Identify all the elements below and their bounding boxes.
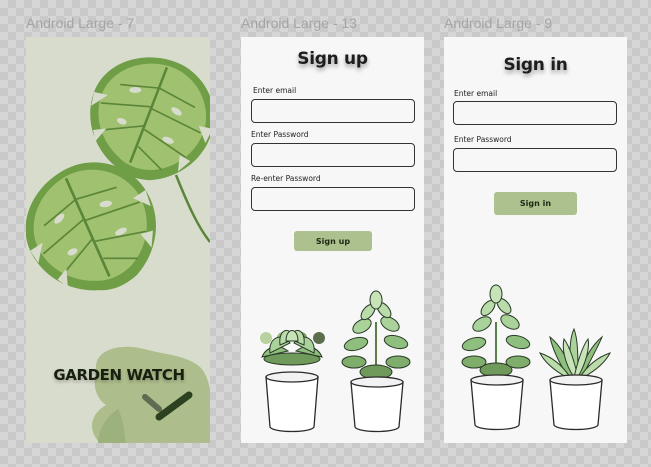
signup-password-input[interactable] [251, 143, 415, 167]
signup-password-label: Enter Password [251, 130, 309, 139]
signup-reenter-input[interactable] [251, 187, 415, 211]
signup-title: Sign up [297, 49, 368, 69]
frame-label-android-large-7[interactable]: Android Large - 7 [26, 15, 134, 31]
signin-button[interactable]: Sign in [494, 192, 577, 215]
signin-password-label: Enter Password [454, 135, 512, 144]
toggle-logo-icon [142, 391, 193, 421]
splash-screen-frame[interactable]: GARDEN WATCH [26, 37, 210, 443]
signup-screen-frame[interactable]: Sign up Enter email Enter Password Re-en… [241, 37, 424, 443]
brand-title: GARDEN WATCH [53, 366, 185, 384]
signup-email-input[interactable] [251, 99, 415, 123]
signin-title: Sign in [503, 55, 568, 75]
signup-reenter-label: Re-enter Password [251, 174, 321, 183]
frame-label-android-large-9[interactable]: Android Large - 9 [444, 15, 552, 31]
signin-password-input[interactable] [453, 148, 617, 172]
signin-email-label: Enter email [454, 89, 498, 98]
page-dot-3[interactable] [295, 332, 307, 344]
signin-screen-frame[interactable]: Sign in Enter email Enter Password Sign … [444, 37, 627, 443]
signin-email-input[interactable] [453, 101, 617, 125]
signup-email-label: Enter email [253, 86, 297, 95]
page-dot-4[interactable] [313, 332, 325, 344]
page-dot-1[interactable] [260, 332, 272, 344]
page-dot-2[interactable] [277, 332, 289, 344]
signup-button[interactable]: Sign up [294, 231, 372, 251]
frame-label-android-large-13[interactable]: Android Large - 13 [241, 15, 357, 31]
